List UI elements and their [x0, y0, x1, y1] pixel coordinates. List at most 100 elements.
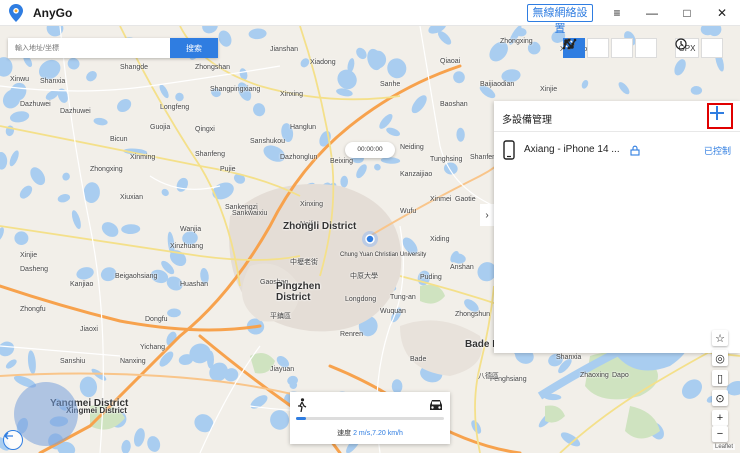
joystick-control[interactable]	[14, 382, 78, 446]
car-icon[interactable]	[428, 398, 444, 412]
pond	[618, 82, 630, 95]
zoom-out-button[interactable]: −	[712, 426, 728, 442]
map-place-label: Xinmei	[430, 196, 452, 203]
pond	[411, 95, 427, 114]
mode-toolbar	[563, 38, 659, 58]
multi-device-panel: 多設備管理 Axiang - iPhone 14 ... 已控制	[494, 101, 740, 353]
map-place-label: Beigaohsiang	[115, 273, 158, 280]
speed-value: 2 m/s,7.20 km/h	[353, 430, 403, 437]
pond	[453, 71, 465, 84]
history-button[interactable]	[675, 38, 723, 58]
pond	[356, 47, 367, 60]
compass-icon: ◎	[715, 352, 725, 365]
search-bar: 搜索	[8, 38, 218, 58]
compass-button[interactable]: ◎	[712, 350, 728, 366]
map-place-label: Sanshukou	[250, 138, 286, 145]
minimize-button[interactable]: —	[643, 4, 661, 22]
joystick-mode-button[interactable]	[563, 38, 657, 58]
wifi-settings-button[interactable]: 無線網絡設置	[527, 4, 593, 35]
target-icon: ⊙	[715, 392, 725, 405]
panel-title: 多設備管理	[502, 115, 552, 126]
district-label: Pingzhen District	[276, 281, 321, 303]
pond	[337, 69, 357, 90]
map-place-label: Tung-an	[390, 294, 416, 301]
pond	[682, 379, 702, 399]
locate-button[interactable]: ⊙	[712, 390, 728, 406]
menu-icon[interactable]: ≡	[608, 4, 626, 22]
map-place-label: Xiding	[430, 236, 450, 243]
map-place-label: Zhongfu	[20, 306, 46, 313]
map-place-label: Zhongshun	[455, 311, 491, 318]
aux-toolbar: GPX	[675, 38, 725, 58]
map-place-label: Zhongshan	[195, 64, 231, 71]
search-input[interactable]	[8, 38, 170, 58]
title-bar: AnyGo 無線網絡設置 ≡ — □ ✕	[0, 0, 740, 35]
walk-icon[interactable]	[296, 398, 308, 412]
chinese-place-label: 中壢老街	[290, 259, 318, 266]
chinese-place-label: 中原大學	[350, 273, 378, 280]
back-button[interactable]	[3, 430, 23, 450]
maximize-button[interactable]: □	[678, 4, 696, 22]
map-place-label: Pujie	[220, 166, 236, 173]
favorite-button[interactable]: ☆	[712, 330, 728, 346]
pond	[340, 175, 349, 188]
map-place-label: Xinwu	[10, 76, 30, 83]
pond	[71, 210, 81, 229]
map-place-label: Xiuxian	[120, 194, 143, 201]
map-place-label: Dasheng	[20, 266, 49, 273]
plus-icon	[710, 106, 724, 120]
map-place-label: Dazhuwei	[60, 108, 91, 115]
close-button[interactable]: ✕	[713, 4, 731, 22]
pond	[194, 414, 214, 433]
map-view[interactable]: Xinwu Shanxia Shangde Zhongshan Jianshan Xiad…	[0, 26, 740, 453]
panel-collapse-button[interactable]: ›	[480, 204, 494, 226]
pond	[10, 111, 30, 123]
map-place-label: Kanzaijiao	[400, 171, 433, 178]
speed-slider[interactable]	[296, 417, 444, 420]
zoom-in-button[interactable]: +	[712, 410, 728, 426]
panel-divider	[494, 131, 740, 132]
map-place-label: Wuquan	[380, 308, 406, 315]
chinese-place-label: 八德區	[478, 373, 499, 380]
map-place-label: Yichang	[140, 344, 166, 351]
pond	[248, 28, 267, 40]
map-place-label: Gaotie	[455, 196, 476, 203]
speed-panel: 速度 2 m/s,7.20 km/h	[290, 392, 450, 444]
two-spot-mode-button[interactable]	[564, 38, 609, 58]
pond	[79, 376, 98, 398]
pond	[161, 188, 169, 197]
map-place-label: Xiadong	[310, 59, 336, 66]
pond	[690, 85, 703, 95]
pond	[0, 227, 4, 241]
pond	[387, 58, 407, 79]
map-place-label: Jiaoxi	[80, 326, 98, 333]
map-place-label: Baijiaodian	[480, 81, 515, 88]
pond	[76, 267, 94, 280]
search-button[interactable]: 搜索	[170, 38, 218, 58]
map-place-label: Wufu	[400, 208, 417, 215]
map-place-label: Zhongxing	[90, 166, 123, 173]
add-device-button[interactable]	[707, 103, 733, 129]
leaflet-attribution[interactable]: Leaflet	[713, 444, 736, 450]
map-place-label: Zhongxing	[500, 38, 533, 45]
map-place-label: Nanxing	[120, 358, 146, 365]
pond	[456, 127, 465, 142]
multi-spot-mode-button[interactable]	[563, 38, 633, 58]
device-switch-button[interactable]: ▯	[712, 370, 728, 386]
map-place-label: Shanxia	[556, 354, 582, 361]
map-place-label: Hanglun	[290, 124, 317, 131]
device-status[interactable]: 已控制	[704, 144, 731, 157]
map-place-label: Shanfeng	[195, 151, 225, 158]
map-place-label: Dongfu	[145, 316, 168, 323]
map-place-label: Xinxing	[300, 201, 323, 208]
map-place-label: Guojia	[150, 124, 171, 131]
pond	[202, 26, 218, 34]
pond	[560, 432, 581, 447]
device-name: Axiang - iPhone 14 ...	[524, 144, 620, 155]
pond	[336, 88, 353, 97]
map-place-label: Neiding	[400, 144, 424, 151]
map-place-label: Puding	[420, 274, 442, 281]
pond	[386, 127, 400, 137]
map-place-label: Xinxing	[280, 91, 303, 98]
device-row[interactable]: Axiang - iPhone 14 ... 已控制	[494, 137, 740, 163]
